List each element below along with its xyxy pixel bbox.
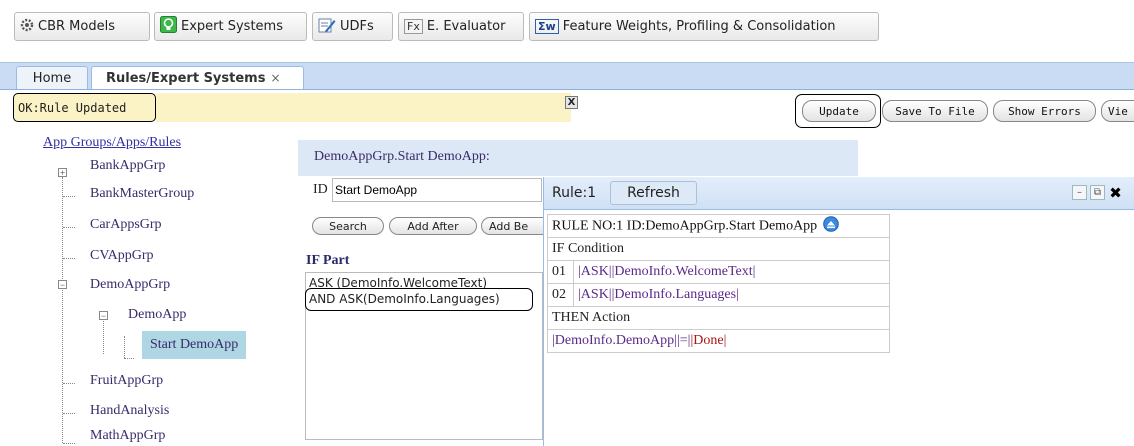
tab-close-icon[interactable]: × [270,71,280,85]
status-message: OK:Rule Updated [13,93,156,122]
e-evaluator-label: E. Evaluator [426,19,506,34]
tab-rules-label: Rules/Expert Systems [106,70,266,86]
add-before-button[interactable]: Add Be [481,217,543,235]
tree-connector [124,336,125,358]
tree-connector [63,196,75,197]
then-action-label: THEN Action [547,306,890,330]
udfs-button[interactable]: UDFs [312,12,393,41]
cbr-models-button[interactable]: CBR Models [14,12,150,41]
feature-weights-button[interactable]: Σw Feature Weights, Profiling & Consolid… [529,12,879,41]
tree-node-cvappgrp[interactable]: CVAppGrp [90,248,154,264]
collapse-up-icon[interactable] [822,215,839,237]
condition-text: |ASK||DemoInfo.Languages| [573,283,890,307]
tree-root-link[interactable]: App Groups/Apps/Rules [43,135,181,151]
rule-header-cell: RULE NO:1 ID:DemoAppGrp.Start DemoApp [547,214,890,238]
tree-node-bankappgrp[interactable]: BankAppGrp [90,158,165,174]
tree-connector [63,413,75,414]
show-errors-button[interactable]: Show Errors [993,100,1096,122]
rule-window-header[interactable]: Rule:1 Refresh – ⧉ ✖ [544,177,1134,210]
action-cell: |DemoInfo.DemoApp||=||Done| [547,329,890,353]
tree-connector [63,258,75,259]
gear-icon [20,18,34,36]
fx-icon: Fx [404,19,423,34]
rule-window: Rule:1 Refresh – ⧉ ✖ RULE NO:1 ID:DemoAp… [543,177,1134,446]
tree-connector [63,383,75,384]
table-row: IF Condition [547,237,890,261]
main-toolbar: CBR Models Expert Systems UDFs Fx E. Eva… [0,0,1134,58]
condition-text: |ASK||DemoInfo.WelcomeText| [573,260,890,284]
action-operator: |=| [676,333,691,348]
app-tree: App Groups/Apps/Rules + BankAppGrp BankM… [0,130,295,446]
tree-connector [62,177,63,443]
update-button[interactable]: Update [802,100,876,122]
tab-rules-expert-systems[interactable]: Rules/Expert Systems × [91,66,304,89]
table-row: 02 |ASK||DemoInfo.Languages| [547,283,890,307]
add-after-button[interactable]: Add After [389,217,477,235]
collapse-minus-icon[interactable]: − [99,311,108,321]
tree-node-carappsgrp[interactable]: CarAppsGrp [90,217,162,233]
cbr-models-label: CBR Models [38,19,115,34]
action-target: |DemoInfo.DemoApp| [552,333,677,348]
tree-connector [124,358,134,359]
feature-weights-label: Feature Weights, Profiling & Consolidati… [562,19,836,34]
refresh-button[interactable]: Refresh [610,181,697,205]
status-close-icon[interactable]: X [565,96,578,109]
tab-home[interactable]: Home [16,66,88,89]
rule-editor-title: DemoAppGrp.Start DemoApp: [314,149,490,164]
if-part-label: IF Part [306,253,350,268]
tree-connector [103,316,104,354]
condition-number: 02 [547,283,574,307]
rule-table: RULE NO:1 ID:DemoAppGrp.Start DemoApp IF… [547,214,890,353]
status-text: OK:Rule Updated [18,100,127,115]
expand-plus-icon[interactable]: + [58,168,67,178]
id-label: ID [313,182,328,197]
pencil-icon [318,16,336,38]
id-input[interactable] [332,178,542,202]
expert-systems-button[interactable]: Expert Systems [154,12,307,41]
table-row: |DemoInfo.DemoApp||=||Done| [547,329,890,353]
expert-systems-label: Expert Systems [181,19,283,34]
tab-home-label: Home [32,70,72,86]
tree-node-demoappgrp[interactable]: DemoAppGrp [90,277,170,293]
action-value: |Done| [690,333,727,348]
tree-node-mathappgrp[interactable]: MathAppGrp [90,428,165,444]
tree-node-start-demoapp[interactable]: Start DemoApp [142,331,247,359]
e-evaluator-button[interactable]: Fx E. Evaluator [398,12,524,41]
view-button[interactable]: Vie [1101,100,1134,122]
sigma-w-icon: Σw [535,19,559,34]
close-icon[interactable]: ✖ [1108,184,1123,202]
status-bar [156,93,571,122]
table-row: RULE NO:1 ID:DemoAppGrp.Start DemoApp [547,214,890,238]
popout-icon[interactable]: ⧉ [1090,185,1105,200]
search-button[interactable]: Search [312,217,384,235]
tab-bar: Home Rules/Expert Systems × [0,62,1134,90]
table-row: 01 |ASK||DemoInfo.WelcomeText| [547,260,890,284]
condition-number: 01 [547,260,574,284]
tree-connector [63,227,75,228]
udfs-label: UDFs [340,19,374,34]
tree-node-fruitappgrp[interactable]: FruitAppGrp [90,373,163,389]
rule-window-title: Rule:1 [552,185,597,201]
tree-connector [63,443,75,444]
if-line: AND ASK(DemoInfo.Languages) [309,292,500,306]
collapse-minus-icon[interactable]: − [58,280,67,290]
tree-node-handanalysis[interactable]: HandAnalysis [90,403,169,419]
expert-icon [160,16,177,37]
save-to-file-button[interactable]: Save To File [882,100,988,122]
tree-node-bankmastergroup[interactable]: BankMasterGroup [90,186,194,202]
tree-node-demoapp[interactable]: DemoApp [128,307,186,323]
if-condition-label: IF Condition [547,237,890,261]
rule-header: RULE NO:1 ID:DemoAppGrp.Start DemoApp [552,218,818,234]
minimize-icon[interactable]: – [1072,185,1087,200]
table-row: THEN Action [547,306,890,330]
